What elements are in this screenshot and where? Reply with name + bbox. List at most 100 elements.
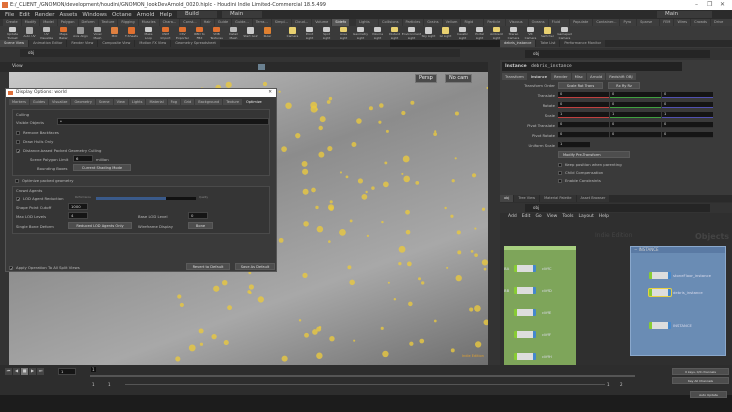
shelf-tab[interactable]: Pyro FX (620, 19, 637, 31)
shelf-tab[interactable]: Deform (78, 19, 98, 26)
current-frame-input[interactable]: 1 (58, 368, 76, 375)
light-tool[interactable]: Environment Light (402, 26, 421, 40)
light-tool[interactable]: Area Light (336, 26, 351, 40)
remove-backfaces-checkbox[interactable]: Remove Backfaces (16, 130, 59, 135)
optimize-packed-checkbox[interactable]: Optimize packed geometry (15, 178, 73, 183)
light-tool[interactable]: Camera (285, 26, 300, 40)
param-tab[interactable]: Redshift OBJ (606, 73, 636, 80)
param-path-input[interactable]: obj (525, 50, 710, 58)
dialog-tab[interactable]: Optimize (243, 99, 265, 105)
param-field[interactable]: 1 (558, 112, 609, 118)
dialog-tab[interactable]: Guides (29, 99, 49, 105)
param-tab[interactable]: Misc (571, 73, 586, 80)
network-menu-item[interactable]: Help (599, 214, 609, 219)
lod-slider[interactable] (96, 197, 196, 200)
network-tab[interactable]: obj (500, 195, 514, 202)
shelf-tool[interactable]: Start Go2 (243, 26, 258, 40)
menu-octane[interactable]: Octane (112, 12, 132, 18)
shelf-tab[interactable]: Chara... (159, 19, 180, 26)
shelf-tool[interactable]: T-Sheets (124, 26, 139, 40)
light-tool[interactable]: Gamepad Camera (557, 26, 572, 40)
shelf-tab[interactable]: Crowds (691, 19, 710, 26)
shelf-tab[interactable]: Fluid Con... (548, 19, 570, 31)
pane-tab[interactable]: Geometry Spreadsheet (171, 40, 220, 47)
param-field[interactable]: 0 (610, 92, 661, 98)
stop-button[interactable]: ■ (21, 368, 28, 375)
shelf-tool[interactable]: Axis Align (73, 26, 88, 40)
path-bar[interactable]: obj (20, 49, 460, 57)
light-tool[interactable]: Portal Light (472, 26, 487, 40)
light-tool[interactable]: Volume Light (370, 26, 385, 40)
shelf-tab[interactable]: Const... (180, 19, 200, 26)
keys-channels-select[interactable]: 0 keys, 0/0 channels (672, 368, 729, 375)
instance-node[interactable] (649, 322, 671, 329)
apply-all-checkbox[interactable]: ✓ Apply Operation To All Split Views (9, 265, 80, 271)
network-editor[interactable]: obj Tree View Material Palette Asset Browse… (500, 195, 732, 366)
revert-default-button[interactable]: Revert to Default (186, 263, 230, 270)
shelf-tab[interactable]: Simpl... (271, 19, 291, 26)
shelf-tab[interactable]: Viscous Fl... (506, 19, 528, 31)
shelf-tool[interactable]: RBD to FBX (192, 26, 207, 40)
menu-render[interactable]: Render (35, 12, 55, 18)
shelf-tab[interactable]: Rigging (118, 19, 138, 26)
network-menu-item[interactable]: View (547, 214, 558, 219)
shelf-tab[interactable]: Terra... (252, 19, 271, 26)
instance-node[interactable] (649, 272, 671, 279)
network-menu-item[interactable]: Add (508, 214, 517, 219)
menu-arnold[interactable]: Arnold (137, 12, 155, 18)
dialog-tab[interactable]: Lights (128, 99, 146, 105)
param-tab[interactable]: Transform (502, 73, 527, 80)
menu-assets[interactable]: Assets (59, 12, 77, 18)
param-field[interactable]: 1 (662, 112, 713, 118)
shelf-tab[interactable]: Create (3, 19, 21, 26)
light-tool[interactable]: Caustic Light (455, 26, 470, 40)
jump-end-button[interactable]: ⏭ (37, 368, 44, 375)
geometry-node[interactable] (514, 265, 536, 272)
network-path-input[interactable]: obj (525, 204, 710, 212)
end-frame-2[interactable]: 2 (620, 382, 623, 387)
modify-transform-select[interactable]: Modify Pre-Transform (558, 151, 630, 158)
param-field[interactable]: 0 (558, 92, 609, 98)
distance-culling-checkbox[interactable]: ✓ Distance-based Packed Geometry Culling (16, 148, 101, 154)
network-menu-item[interactable]: Tools (562, 214, 573, 219)
network-tab[interactable]: Tree View (514, 195, 540, 202)
shelf-tool[interactable]: OSM Import (158, 26, 173, 40)
visible-objects-input[interactable]: * (57, 118, 269, 125)
right-desktop-select[interactable]: Main (657, 11, 712, 18)
keep-position-checkbox[interactable]: Keep position when parenting (558, 162, 622, 167)
shelf-tab[interactable]: Wires (674, 19, 691, 26)
shelf-tool[interactable]: Voxel Mesh (90, 26, 105, 40)
shelf-tab[interactable]: Oceans (528, 19, 548, 26)
main-select[interactable]: Main (222, 11, 263, 18)
light-tool[interactable]: Stereo Camera (506, 26, 521, 40)
desktop-select[interactable]: Build (177, 11, 218, 18)
param-select[interactable]: Rx Ry Rz (608, 82, 640, 89)
shelf-tab[interactable]: Vellum (442, 19, 461, 26)
param-field[interactable]: 0 (558, 132, 609, 138)
shelf-tool[interactable]: Ruler (260, 26, 275, 40)
dialog-tab[interactable]: Background (195, 99, 223, 105)
shelf-tab[interactable]: Guide... (232, 19, 252, 26)
light-tool[interactable]: Geometry Light (353, 26, 368, 40)
param-field[interactable]: 0 (610, 132, 661, 138)
shelf-tab[interactable]: Lights and... (356, 19, 379, 31)
param-tab[interactable]: Render (551, 73, 571, 80)
range-slider[interactable] (125, 384, 605, 385)
param-pane-tab[interactable]: Performance Monitor (560, 40, 606, 47)
shelf-tool[interactable]: Update Toolset (5, 26, 20, 40)
param-field[interactable]: 0 (610, 102, 661, 108)
shelf-tool[interactable]: Detail Mesh (226, 26, 241, 40)
geometry-node[interactable] (514, 309, 536, 316)
dialog-tab[interactable]: Material (146, 99, 167, 105)
param-tab[interactable]: Arnold (586, 73, 606, 80)
dialog-tab[interactable]: Markers (9, 99, 29, 105)
dialog-tab[interactable]: Geometry (71, 99, 95, 105)
child-comp-checkbox[interactable]: Child Compensation (558, 170, 603, 175)
shelf-tab[interactable]: Rigid Bodies (461, 19, 484, 31)
param-field[interactable]: 1 (610, 112, 661, 118)
pane-tab[interactable]: Scene View (0, 40, 29, 47)
shelf-tool[interactable]: VDB Textures (209, 26, 224, 40)
light-tool[interactable]: Point Light (302, 26, 317, 40)
param-field[interactable]: 1 (558, 142, 590, 148)
shelf-tool[interactable]: UV Visualize (39, 26, 54, 40)
